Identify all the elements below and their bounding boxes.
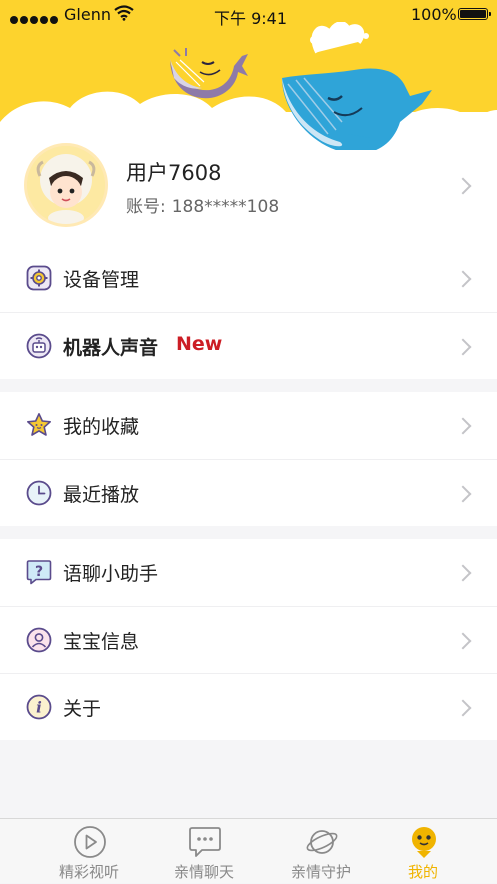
account-info: 账号: 188*****108 — [126, 192, 279, 217]
settings-group-media: 我的收藏 最近播放 — [0, 392, 497, 526]
status-bar: Glenn 下午 9:41 100% — [0, 0, 497, 30]
wifi-icon — [114, 5, 134, 25]
menu-item-label: 我的收藏 — [63, 416, 140, 438]
bottom-tab-bar: 精彩视听 亲情聊天 亲情守护 我的 — [0, 818, 497, 883]
clock-icon — [26, 480, 52, 506]
menu-item-robot-voice[interactable]: 机器人声音 New — [0, 312, 497, 379]
header-banner: Glenn 下午 9:41 100% — [0, 0, 497, 150]
chevron-right-icon — [454, 417, 472, 435]
tab-entertainment[interactable]: 精彩视听 — [27, 819, 151, 884]
star-icon — [27, 413, 51, 436]
whale-small-illustration — [170, 48, 248, 99]
tab-family-chat[interactable]: 亲情聊天 — [142, 819, 266, 884]
chevron-right-icon — [454, 632, 472, 650]
chevron-right-icon — [454, 270, 472, 288]
avatar[interactable] — [24, 143, 108, 227]
planet-icon — [306, 830, 338, 854]
menu-item-about[interactable]: i 关于 — [0, 673, 497, 740]
menu-item-label: 语聊小助手 — [63, 563, 159, 585]
menu-item-label: 最近播放 — [63, 484, 140, 506]
tab-mine[interactable]: 我的 — [361, 819, 485, 884]
username: 用户7608 — [126, 161, 222, 185]
chevron-right-icon — [454, 177, 472, 195]
settings-group-info: ? 语聊小助手 宝宝信息 i 关于 — [0, 539, 497, 740]
tab-label: 亲情聊天 — [173, 863, 234, 881]
menu-item-label: 机器人声音 — [63, 337, 159, 359]
profile-card[interactable]: 用户7608 账号: 188*****108 — [0, 143, 497, 245]
battery-icon — [458, 8, 491, 20]
whale-big-illustration — [282, 22, 432, 150]
settings-group-device: 设备管理 机器人声音 New — [0, 245, 497, 379]
menu-item-chat-assistant[interactable]: ? 语聊小助手 — [0, 539, 497, 606]
account-number: 188*****108 — [171, 197, 280, 217]
person-icon — [26, 627, 52, 653]
avatar-illustration — [27, 146, 105, 224]
chevron-right-icon — [454, 699, 472, 717]
profile-face-icon — [412, 827, 436, 858]
svg-text:?: ? — [35, 564, 43, 580]
carrier-name: Glenn — [64, 5, 111, 24]
account-label: 账号: — [126, 197, 166, 217]
gear-icon — [26, 265, 52, 291]
menu-item-favorites[interactable]: 我的收藏 — [0, 392, 497, 459]
info-icon: i — [26, 694, 52, 720]
robot-icon — [26, 333, 52, 359]
tab-label: 我的 — [407, 863, 438, 881]
new-badge: New — [176, 333, 223, 355]
play-icon — [74, 826, 106, 858]
menu-item-label: 设备管理 — [63, 269, 140, 291]
signal-icon — [10, 9, 60, 28]
chat-icon — [189, 827, 221, 857]
tab-label: 精彩视听 — [58, 863, 119, 881]
menu-item-device-management[interactable]: 设备管理 — [0, 245, 497, 312]
clock-time: 下午 9:41 — [214, 9, 288, 28]
chevron-right-icon — [454, 485, 472, 503]
menu-item-recent-play[interactable]: 最近播放 — [0, 459, 497, 526]
menu-item-label: 关于 — [63, 698, 102, 720]
svg-text:i: i — [36, 699, 42, 717]
question-icon: ? — [26, 560, 52, 585]
battery-percent: 100% — [411, 5, 457, 24]
chevron-right-icon — [454, 564, 472, 582]
menu-item-baby-info[interactable]: 宝宝信息 — [0, 606, 497, 673]
menu-item-label: 宝宝信息 — [63, 631, 140, 653]
chevron-right-icon — [454, 338, 472, 356]
